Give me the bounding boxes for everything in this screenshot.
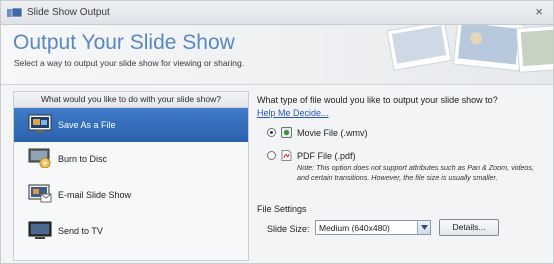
option-label: Send to TV (58, 226, 103, 236)
slide-size-value: Medium (640x480) (319, 223, 390, 233)
file-type-question: What type of file would you like to outp… (257, 95, 498, 105)
movie-file-label[interactable]: Movie File (.wmv) (297, 128, 368, 138)
slide-size-select[interactable]: Medium (640x480) (315, 220, 431, 235)
disc-icon (28, 148, 51, 168)
slide-size-label: Slide Size: (267, 224, 310, 234)
photo-collage-decoration (386, 25, 553, 73)
pdf-note: Note: This option does not support attri… (297, 163, 534, 182)
email-icon (28, 184, 52, 203)
file-options-section: What type of file would you like to outp… (257, 95, 547, 261)
pdf-file-icon (281, 150, 292, 161)
tv-icon (28, 221, 52, 239)
page-subtitle: Select a way to output your slide show f… (14, 58, 245, 68)
dropdown-button[interactable] (417, 221, 430, 234)
close-icon[interactable]: × (535, 4, 543, 19)
title-bar: Slide Show Output × (1, 1, 553, 25)
chevron-down-icon (421, 225, 428, 230)
option-label: Burn to Disc (58, 154, 108, 164)
page-header: Output Your Slide Show Select a way to o… (1, 25, 553, 85)
option-label: Save As a File (58, 120, 116, 130)
option-label: E-mail Slide Show (58, 190, 132, 200)
help-me-decide-link[interactable]: Help Me Decide... (257, 108, 329, 118)
window-title: Slide Show Output (27, 7, 110, 18)
movie-file-radio[interactable] (267, 128, 276, 137)
details-button[interactable]: Details... (439, 219, 499, 236)
file-settings-title: File Settings (257, 204, 307, 214)
save-file-icon (28, 114, 52, 133)
option-save-as-file[interactable]: Save As a File (14, 108, 248, 142)
movie-file-icon (281, 127, 292, 138)
pdf-file-radio[interactable] (267, 151, 276, 160)
page-title: Output Your Slide Show (13, 31, 235, 54)
pdf-file-label[interactable]: PDF File (.pdf) (297, 151, 356, 161)
option-send-to-tv[interactable]: Send to TV (14, 214, 248, 248)
slide-show-output-window: Slide Show Output × Output Your Slide Sh… (0, 0, 554, 264)
option-burn-to-disc[interactable]: Burn to Disc (14, 142, 248, 176)
slideshow-app-icon (7, 8, 23, 18)
output-options-panel: What would you like to do with your slid… (13, 91, 249, 261)
output-options-header: What would you like to do with your slid… (14, 92, 248, 108)
option-email-slide-show[interactable]: E-mail Slide Show (14, 178, 248, 212)
